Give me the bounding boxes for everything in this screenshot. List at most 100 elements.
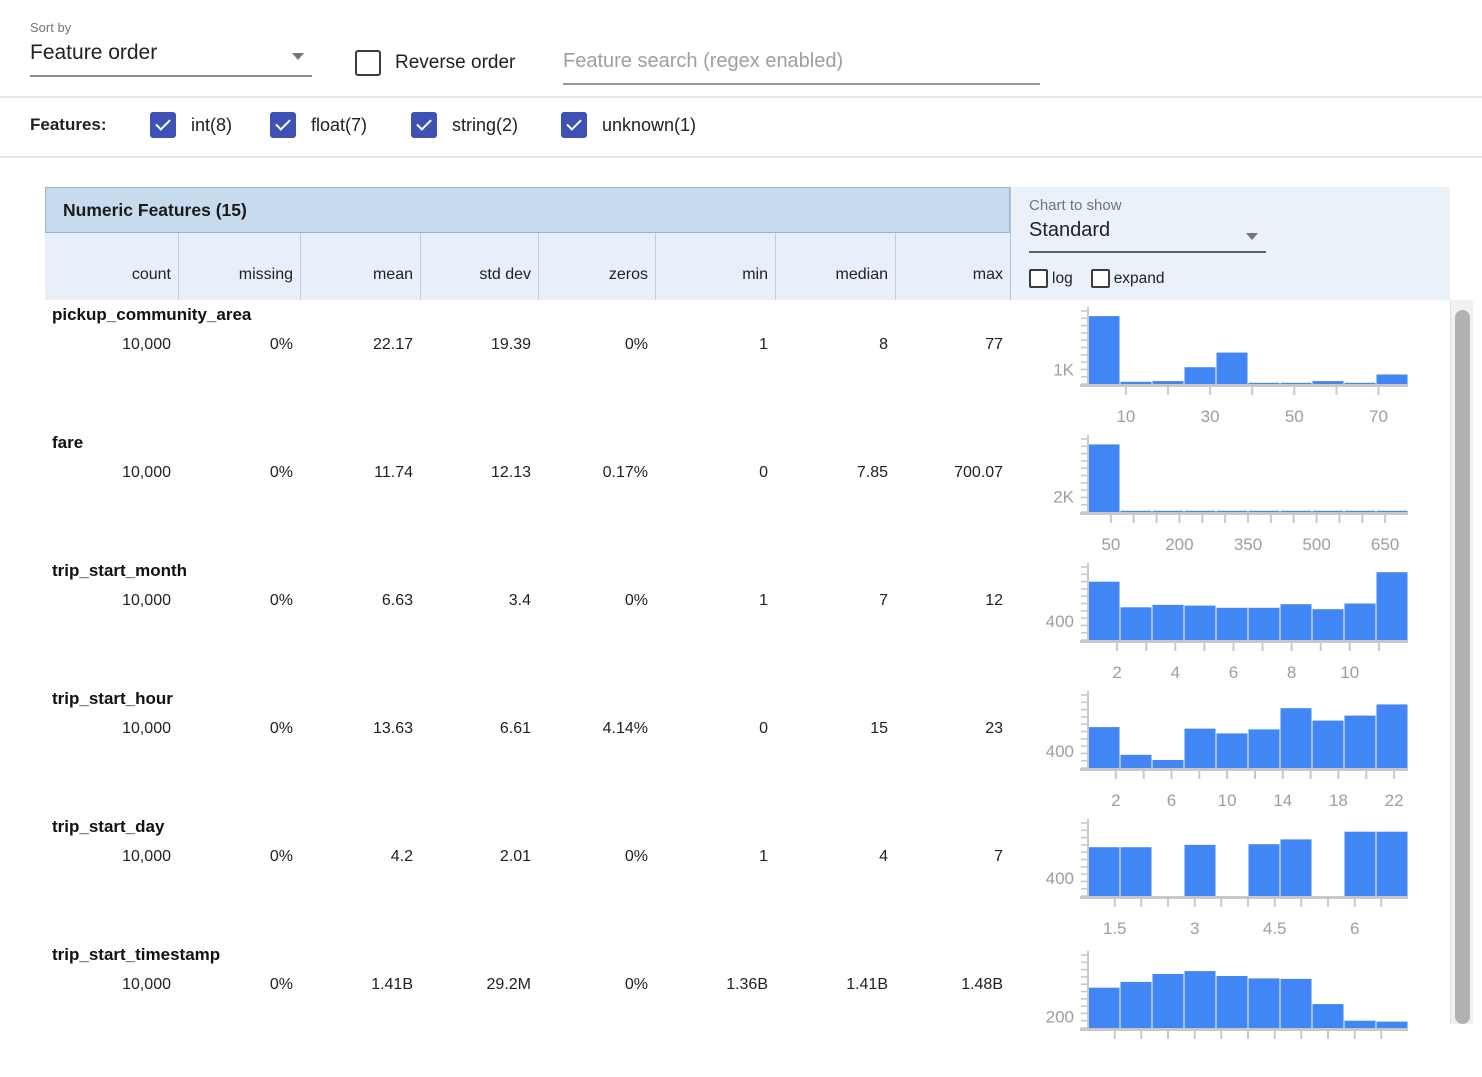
chart-type-select[interactable]: Standard: [1029, 219, 1266, 253]
column-header-std-dev: std dev: [420, 233, 538, 300]
stat-mean: 1.41B: [300, 976, 420, 994]
svg-text:50: 50: [1285, 407, 1304, 426]
svg-text:4.5: 4.5: [1263, 919, 1287, 938]
column-header-median: median: [775, 233, 895, 300]
feature-type-checkbox[interactable]: [411, 112, 437, 138]
histogram-chart-pickup_community_area: 103050701K: [1028, 300, 1428, 428]
feature-row-trip_start_day: trip_start_day10,0000%4.22.010%147: [45, 812, 1010, 940]
stat-std-dev: 3.4: [420, 592, 538, 610]
feature-name: trip_start_month: [52, 561, 187, 581]
svg-text:3: 3: [1190, 919, 1199, 938]
chart-type-value: Standard: [1029, 219, 1110, 241]
feature-type-label: string(2): [452, 115, 518, 136]
stat-min: 0: [655, 720, 775, 738]
stat-mean: 13.63: [300, 720, 420, 738]
svg-text:500: 500: [1302, 535, 1330, 554]
stat-std-dev: 19.39: [420, 336, 538, 354]
column-header-missing: missing: [178, 233, 300, 300]
column-header-mean: mean: [300, 233, 420, 300]
stat-median: 7: [775, 592, 895, 610]
stat-count: 10,000: [45, 592, 178, 610]
chevron-down-icon: [292, 53, 304, 60]
stat-zeros: 0%: [538, 976, 655, 994]
feature-search: [563, 44, 1040, 85]
svg-text:2: 2: [1112, 663, 1121, 682]
stat-std-dev: 2.01: [420, 848, 538, 866]
feature-name: trip_start_day: [52, 817, 164, 837]
panel-title-bar: Numeric Features (15): [45, 187, 1010, 233]
stat-std-dev: 6.61: [420, 720, 538, 738]
stat-min: 1: [655, 336, 775, 354]
stat-median: 15: [775, 720, 895, 738]
toolbar: Sort by Feature order Reverse order: [0, 0, 1482, 98]
expand-checkbox[interactable]: [1091, 269, 1110, 288]
svg-text:400: 400: [1046, 742, 1074, 761]
feature-stats: 10,0000%4.22.010%147: [45, 848, 1010, 866]
vertical-scrollbar-track[interactable]: [1450, 300, 1473, 1024]
feature-name: trip_start_timestamp: [52, 945, 220, 965]
stat-count: 10,000: [45, 976, 178, 994]
filter-float: float(7): [270, 112, 367, 138]
feature-type-label: float(7): [311, 115, 367, 136]
svg-text:400: 400: [1046, 869, 1074, 888]
svg-text:14: 14: [1273, 791, 1292, 810]
expand-label: expand: [1114, 270, 1165, 288]
stat-missing: 0%: [178, 848, 300, 866]
svg-text:650: 650: [1371, 535, 1399, 554]
svg-text:2: 2: [1111, 791, 1120, 810]
sort-by-label: Sort by: [30, 20, 312, 35]
stat-min: 1.36B: [655, 976, 775, 994]
svg-text:1K: 1K: [1053, 360, 1074, 379]
stat-missing: 0%: [178, 592, 300, 610]
stat-mean: 4.2: [300, 848, 420, 866]
svg-text:6: 6: [1167, 791, 1176, 810]
svg-text:30: 30: [1201, 407, 1220, 426]
feature-type-checkbox[interactable]: [150, 112, 176, 138]
stat-std-dev: 29.2M: [420, 976, 538, 994]
stat-max: 12: [895, 592, 1010, 610]
stat-zeros: 0%: [538, 336, 655, 354]
svg-text:4: 4: [1171, 663, 1180, 682]
vertical-scrollbar-thumb[interactable]: [1455, 310, 1470, 1024]
reverse-order-checkbox[interactable]: [355, 50, 381, 76]
filter-int: int(8): [150, 112, 232, 138]
column-header-count: count: [45, 233, 178, 300]
svg-text:200: 200: [1046, 1007, 1074, 1026]
feature-name: trip_start_hour: [52, 689, 173, 709]
feature-rows: pickup_community_area10,0000%22.1719.390…: [45, 300, 1450, 1024]
feature-stats: 10,0000%13.636.614.14%01523: [45, 720, 1010, 738]
stat-max: 77: [895, 336, 1010, 354]
svg-text:50: 50: [1101, 535, 1120, 554]
stat-missing: 0%: [178, 976, 300, 994]
stat-mean: 6.63: [300, 592, 420, 610]
log-label: log: [1052, 270, 1073, 288]
svg-text:6: 6: [1229, 663, 1238, 682]
stat-count: 10,000: [45, 336, 178, 354]
sort-by-select[interactable]: Feature order: [30, 35, 312, 77]
svg-text:400: 400: [1046, 612, 1074, 631]
stat-zeros: 0.17%: [538, 464, 655, 482]
svg-text:350: 350: [1234, 535, 1262, 554]
stat-zeros: 0%: [538, 592, 655, 610]
stat-zeros: 0%: [538, 848, 655, 866]
chart-controls: Chart to show Standard log expand: [1010, 187, 1450, 300]
svg-text:8: 8: [1287, 663, 1296, 682]
feature-search-input[interactable]: [563, 44, 1040, 85]
histogram-chart-trip_start_hour: 2610141822400: [1028, 684, 1428, 812]
sort-by-value: Feature order: [30, 41, 157, 64]
feature-type-checkbox[interactable]: [270, 112, 296, 138]
stat-min: 0: [655, 464, 775, 482]
feature-row-trip_start_hour: trip_start_hour10,0000%13.636.614.14%015…: [45, 684, 1010, 812]
stat-count: 10,000: [45, 848, 178, 866]
histogram-chart-trip_start_timestamp: 200: [1028, 944, 1428, 1072]
stat-missing: 0%: [178, 720, 300, 738]
sort-by-group: Sort by Feature order: [30, 20, 312, 77]
log-checkbox[interactable]: [1029, 269, 1048, 288]
stat-mean: 11.74: [300, 464, 420, 482]
stat-missing: 0%: [178, 336, 300, 354]
stat-median: 4: [775, 848, 895, 866]
panel-title: Numeric Features (15): [46, 200, 247, 221]
feature-type-checkbox[interactable]: [561, 112, 587, 138]
column-header-min: min: [655, 233, 775, 300]
features-filter-row: Features: int(8)float(7)string(2)unknown…: [0, 98, 1482, 158]
